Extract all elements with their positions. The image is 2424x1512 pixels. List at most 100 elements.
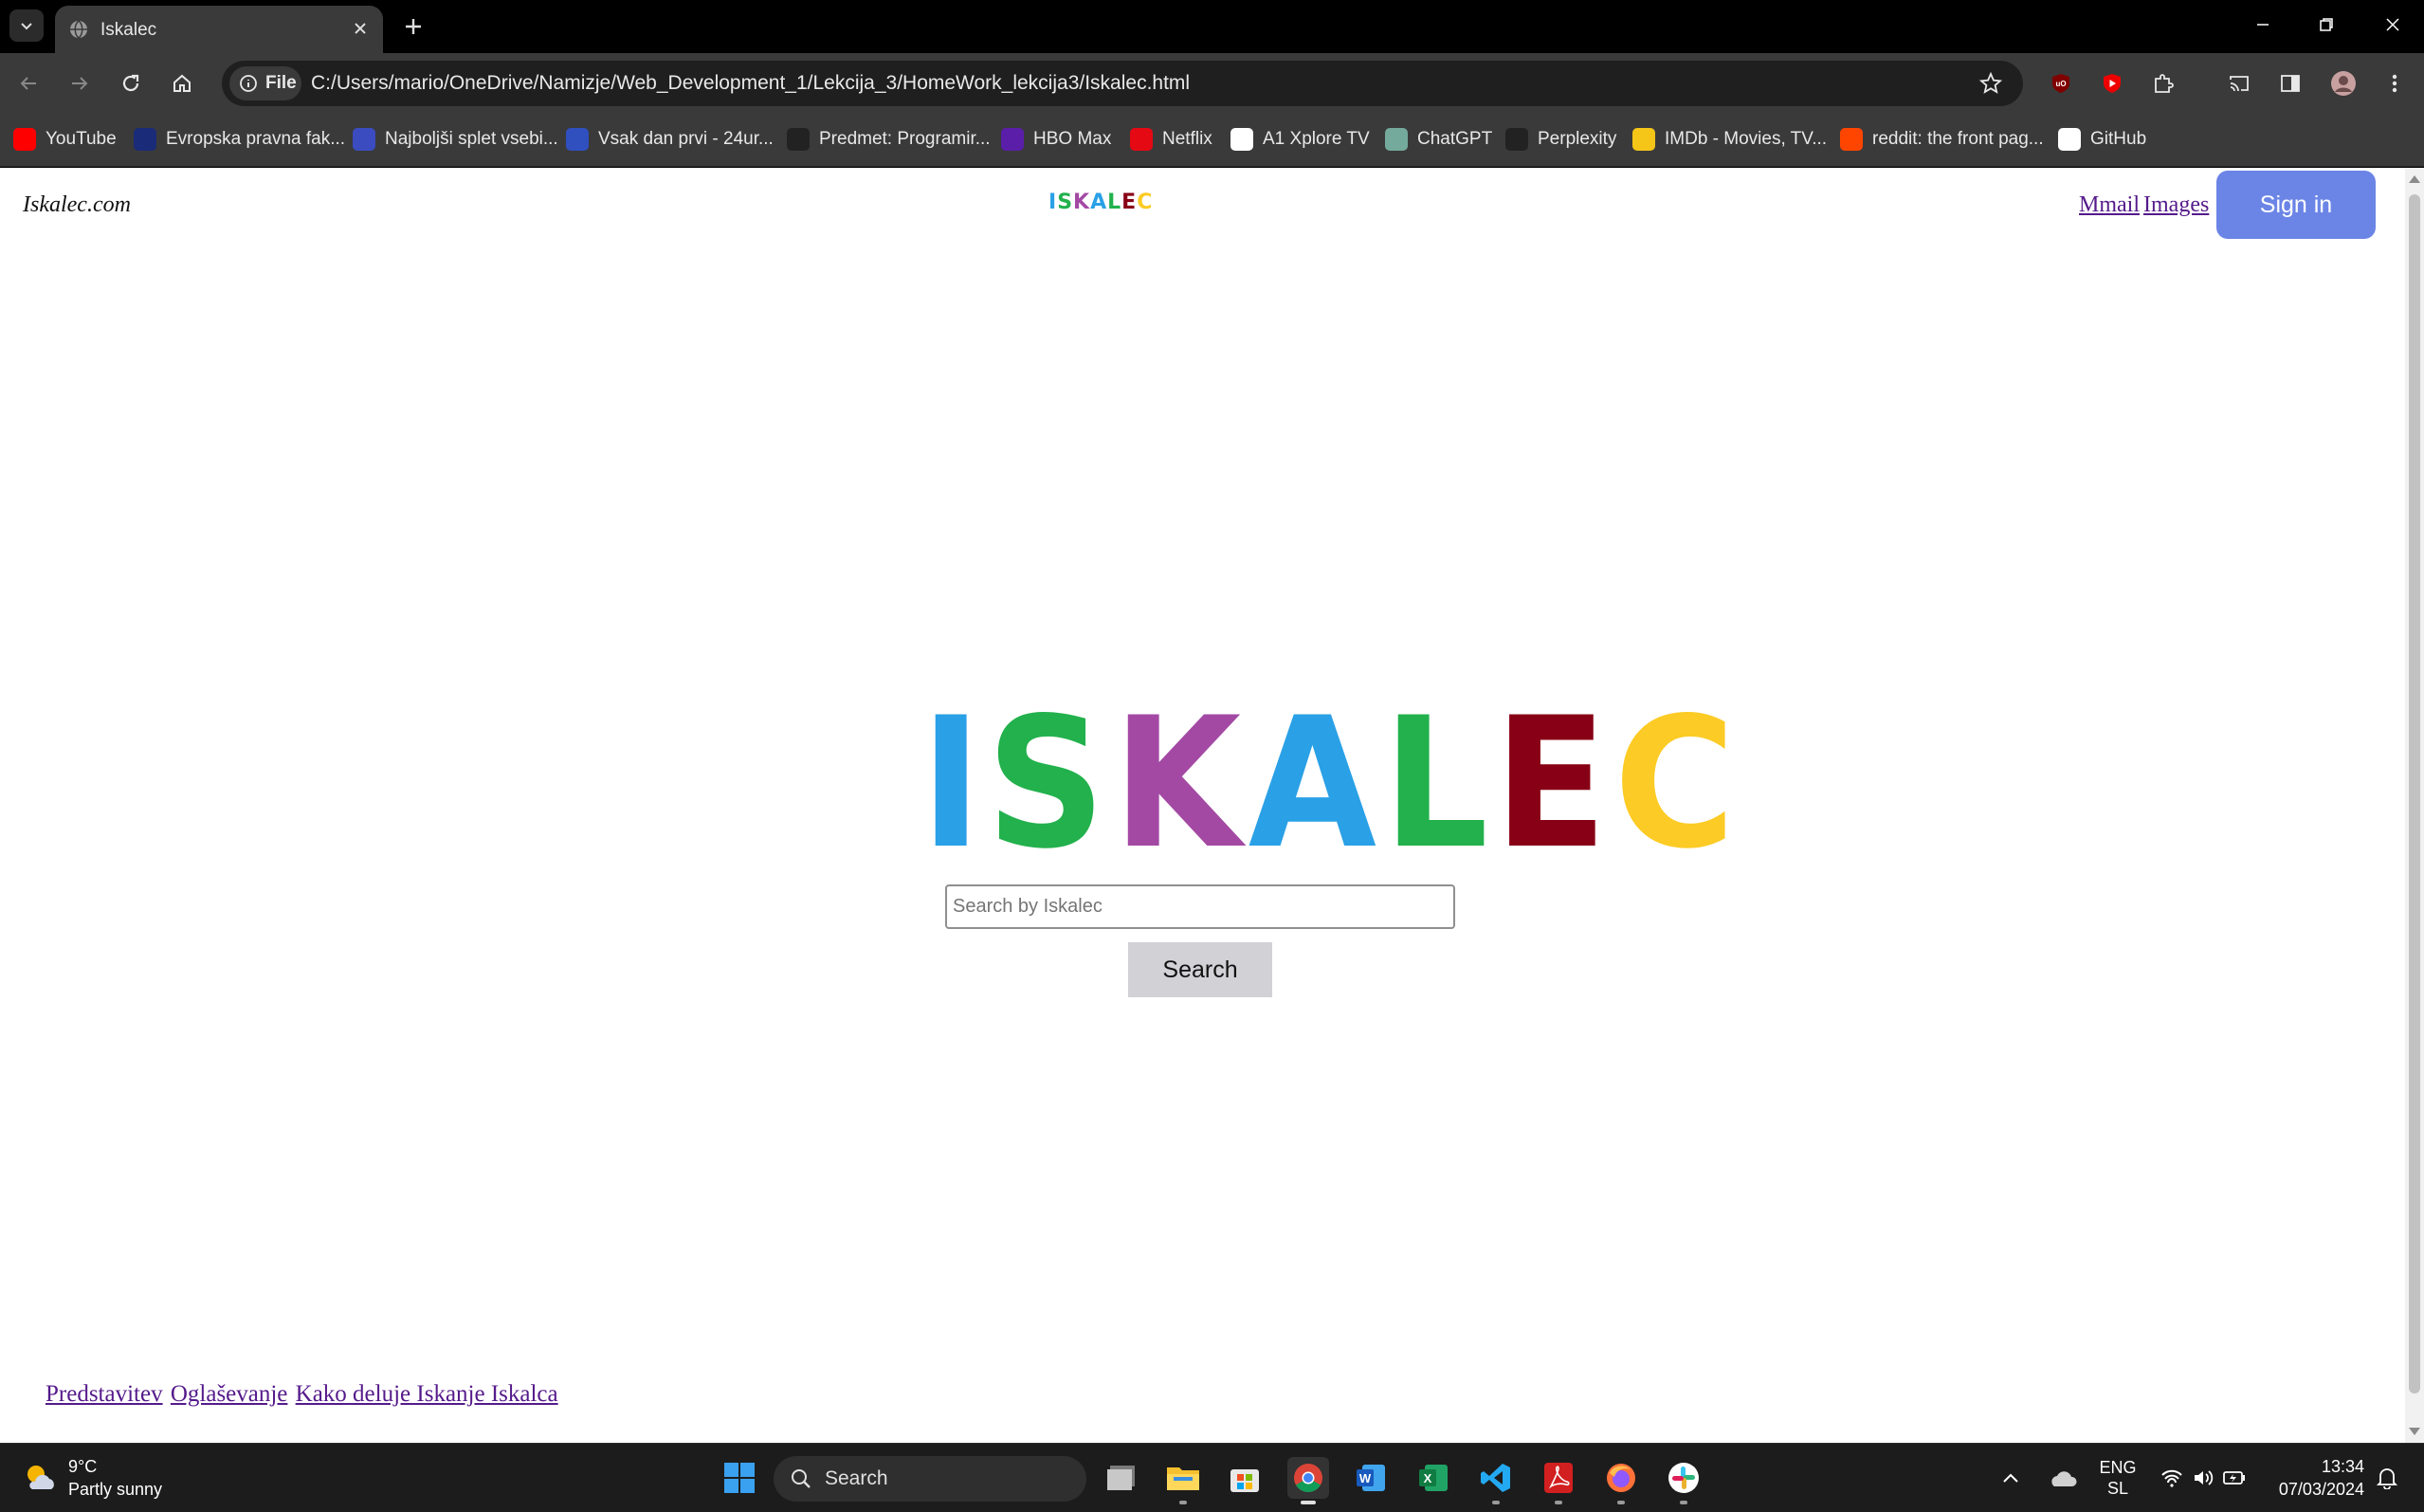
footer-link-oglasevanje[interactable]: Oglaševanje [171, 1381, 288, 1407]
logo-letter: K [1073, 191, 1091, 214]
ublock-extension-button[interactable]: uO [2046, 68, 2076, 99]
extensions-button[interactable] [2148, 68, 2178, 99]
vscode-icon [1481, 1464, 1510, 1492]
weather-condition: Partly sunny [68, 1480, 163, 1499]
site-info-label: File [265, 73, 297, 93]
reload-button[interactable] [114, 66, 148, 100]
youtube-extension-button[interactable] [2097, 68, 2127, 99]
weather-widget[interactable]: 9°C Partly sunny [21, 1455, 162, 1501]
clock-date: 07/03/2024 [2278, 1480, 2364, 1499]
url-text[interactable]: C:/Users/mario/OneDrive/Namizje/Web_Deve… [311, 72, 1190, 95]
tab-iskalec[interactable]: Iskalec [55, 6, 383, 53]
slack-app[interactable] [1663, 1457, 1704, 1504]
chrome-icon [1294, 1464, 1322, 1493]
home-button[interactable] [165, 66, 199, 100]
excel-app[interactable]: X [1412, 1457, 1454, 1499]
bookmark-item[interactable]: GitHub [2058, 125, 2146, 154]
cast-button[interactable] [2224, 68, 2254, 99]
perplexity-icon [1505, 128, 1528, 151]
logo-letter: I [1048, 191, 1058, 214]
scroll-down-arrow-icon[interactable] [2409, 1428, 2420, 1435]
store-icon [1230, 1469, 1259, 1492]
images-link[interactable]: Images [2143, 192, 2209, 217]
word-app[interactable]: W [1350, 1457, 1392, 1499]
taskbar-search[interactable]: Search [774, 1456, 1086, 1502]
onedrive-tray-button[interactable] [2046, 1457, 2080, 1499]
footer-link-kako-deluje[interactable]: Kako deluje Iskanje Iskalca [296, 1381, 558, 1407]
bookmark-item[interactable]: Netflix [1130, 125, 1212, 154]
close-window-button[interactable] [2364, 8, 2421, 42]
najbolj-icon [353, 128, 375, 151]
page-scrollbar[interactable] [2405, 168, 2424, 1443]
bookmark-item[interactable]: reddit: the front pag... [1840, 125, 2044, 154]
page-viewport: Iskalec.com ISKALEC Mmail Images Sign in … [0, 168, 2405, 1443]
address-bar[interactable]: File C:/Users/mario/OneDrive/Namizje/Web… [222, 61, 2023, 106]
bookmark-item[interactable]: Najboljši splet vsebi... [353, 125, 558, 154]
mmail-link[interactable]: Mmail [2079, 192, 2140, 217]
logo-letter: S [986, 679, 1105, 888]
scroll-up-arrow-icon[interactable] [2409, 175, 2420, 183]
vscode-app[interactable] [1475, 1457, 1517, 1504]
restore-button[interactable] [2298, 8, 2355, 42]
browser-toolbar: File C:/Users/mario/OneDrive/Namizje/Web… [0, 53, 2424, 114]
tab-search-button[interactable] [9, 9, 44, 42]
footer-link-predstavitev[interactable]: Predstavitev [46, 1381, 163, 1407]
battery-icon [2223, 1471, 2245, 1485]
svg-text:W: W [1359, 1471, 1372, 1485]
epf-icon [134, 128, 156, 151]
ms-store-app[interactable] [1224, 1457, 1266, 1499]
start-button[interactable] [719, 1457, 760, 1499]
sign-in-button[interactable]: Sign in [2216, 171, 2376, 239]
notifications-button[interactable] [2372, 1457, 2402, 1499]
bookmark-star-button[interactable] [1977, 70, 2004, 97]
bookmark-item[interactable]: YouTube [13, 125, 117, 154]
system-clock[interactable]: 13:34 07/03/2024 [2271, 1455, 2364, 1501]
bookmark-label: IMDb - Movies, TV... [1665, 129, 1828, 149]
footer-links: Predstavitev Oglaševanje Kako deluje Isk… [46, 1381, 560, 1408]
quick-settings-button[interactable] [2156, 1457, 2251, 1499]
task-view-icon [1107, 1466, 1135, 1490]
search-button[interactable]: Search [1128, 942, 1272, 997]
firefox-app[interactable] [1600, 1457, 1642, 1504]
bookmark-item[interactable]: IMDb - Movies, TV... [1632, 125, 1827, 154]
search-input[interactable] [945, 884, 1455, 929]
new-tab-button[interactable] [398, 11, 428, 42]
language-indicator[interactable]: ENG SL [2099, 1457, 2137, 1499]
chrome-app[interactable] [1287, 1457, 1329, 1504]
file-explorer-app[interactable] [1162, 1457, 1204, 1504]
bookmark-label: YouTube [46, 129, 117, 149]
bookmark-label: Predmet: Programir... [819, 129, 991, 149]
tab-strip: Iskalec [0, 0, 2424, 53]
excel-icon: X [1419, 1465, 1448, 1491]
bookmark-item[interactable]: Vsak dan prvi - 24ur... [566, 125, 774, 154]
home-icon [173, 74, 191, 92]
onedrive-icon [2051, 1471, 2077, 1486]
site-info-chip[interactable]: File [229, 66, 301, 100]
show-hidden-icons-button[interactable] [1996, 1457, 2025, 1499]
search-icon [792, 1469, 811, 1488]
bookmark-item[interactable]: A1 Xplore TV [1230, 125, 1370, 154]
pdf-icon [1544, 1463, 1573, 1493]
scrollbar-thumb[interactable] [2409, 194, 2420, 1394]
logo-letter: I [920, 679, 982, 888]
bookmark-item[interactable]: ChatGPT [1385, 125, 1492, 154]
bookmark-item[interactable]: Predmet: Programir... [787, 125, 991, 154]
logo-letter: S [1057, 191, 1074, 214]
browser-menu-button[interactable] [2379, 68, 2410, 99]
profile-button[interactable] [2328, 68, 2359, 99]
keyboard-layout: SL [2106, 1479, 2129, 1498]
chevron-down-icon [21, 23, 32, 30]
tab-close-icon[interactable] [349, 17, 372, 40]
header-logo[interactable]: ISKALEC [1048, 191, 1153, 214]
bookmark-item[interactable]: Evropska pravna fak... [134, 125, 345, 154]
minimize-button[interactable] [2234, 8, 2291, 42]
back-button[interactable] [11, 66, 46, 100]
bookmark-item[interactable]: Perplexity [1505, 125, 1616, 154]
bookmark-item[interactable]: HBO Max [1001, 125, 1111, 154]
bookmark-label: reddit: the front pag... [1872, 129, 2044, 149]
acrobat-app[interactable] [1538, 1457, 1579, 1504]
task-view-button[interactable] [1102, 1457, 1143, 1499]
side-panel-button[interactable] [2275, 68, 2306, 99]
cast-icon [2230, 76, 2249, 92]
forward-button[interactable] [63, 66, 97, 100]
